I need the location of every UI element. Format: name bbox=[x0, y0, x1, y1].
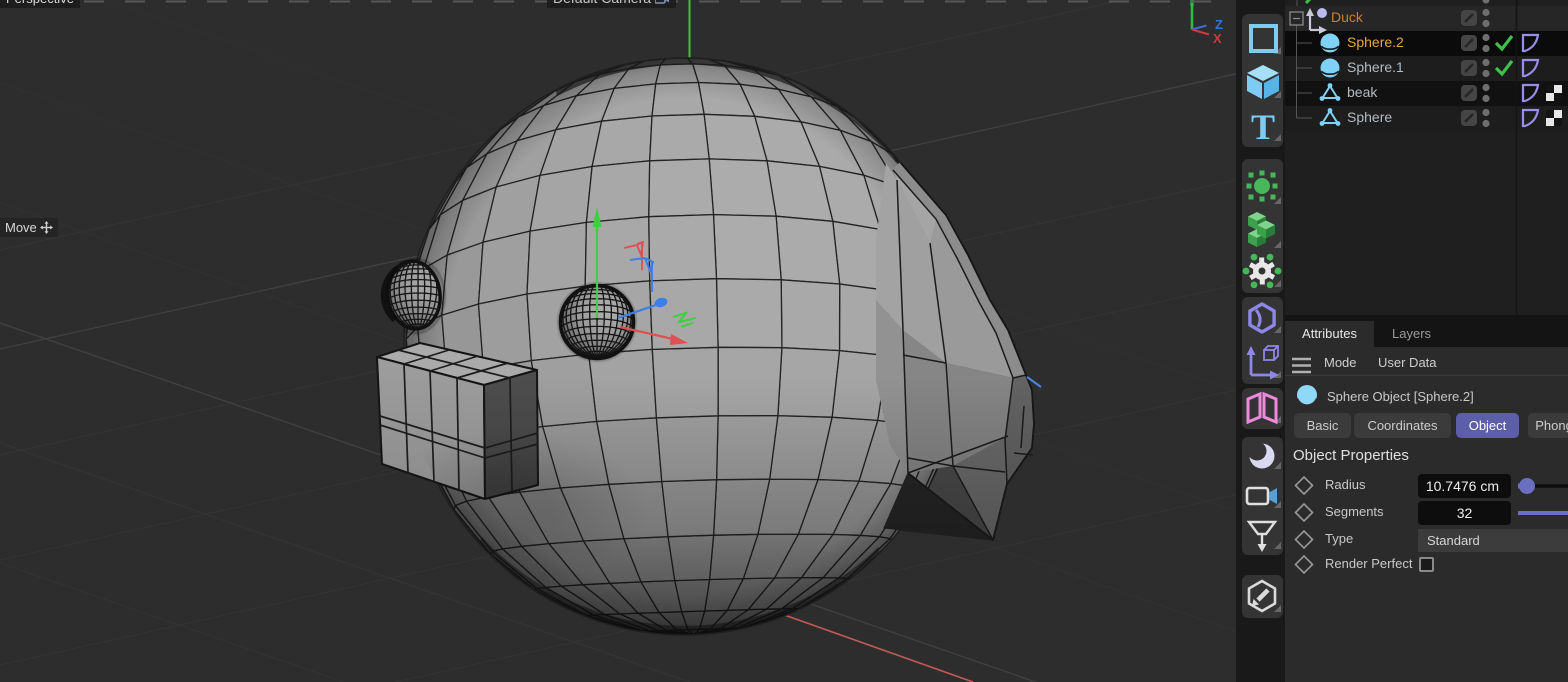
svg-text:T: T bbox=[1251, 107, 1275, 147]
svg-text:X: X bbox=[1213, 31, 1222, 46]
svg-text:Z: Z bbox=[1215, 17, 1223, 32]
